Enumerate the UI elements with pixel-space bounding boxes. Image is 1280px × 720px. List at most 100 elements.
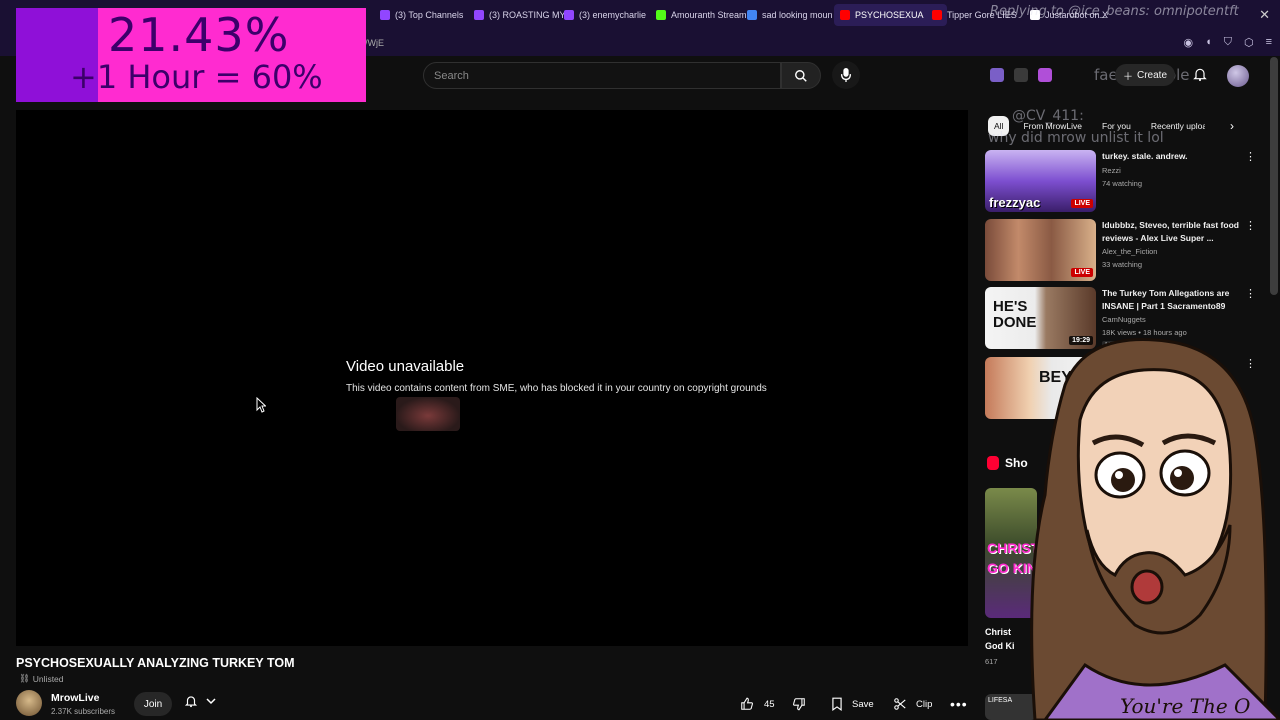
browser-tab[interactable]: sad looking moun: [747, 4, 833, 26]
channel-name[interactable]: MrowLive: [51, 692, 99, 704]
save-button[interactable]: Save: [831, 692, 874, 716]
tab-favicon-icon: [1030, 10, 1040, 20]
clip-button[interactable]: Clip: [893, 692, 932, 716]
recommendation-channel[interactable]: Rezzi: [1102, 166, 1121, 175]
recommendation-title[interactable]: The Turkey Tom Allegations are INSANE | …: [1102, 287, 1240, 313]
tab-label: PSYCHOSEXUA: [855, 10, 924, 20]
microphone-icon: [840, 68, 852, 82]
dislike-button[interactable]: [792, 692, 806, 716]
join-button[interactable]: Join: [134, 692, 172, 716]
create-button[interactable]: ＋ Create: [1115, 64, 1176, 86]
thumbs-down-icon: [793, 698, 805, 711]
kebab-menu-icon[interactable]: ⋮: [1245, 219, 1256, 232]
chip-for-you[interactable]: For you: [1096, 116, 1137, 136]
chip-from-channel[interactable]: From MrowLive: [1017, 116, 1088, 136]
bell-icon: [184, 696, 198, 708]
video-unavailable-message: This video contains content from SME, wh…: [346, 383, 767, 394]
tab-favicon-icon: [840, 10, 850, 20]
profile-icon[interactable]: ◉: [1183, 36, 1193, 49]
browser-tab[interactable]: Tipper Gore LIES: [932, 4, 1017, 26]
visibility-label: Unlisted: [32, 673, 64, 684]
recommendation-title[interactable]: turkey. stale. andrew.: [1102, 150, 1240, 163]
thumbnail-text: frezzyac: [989, 195, 1041, 210]
chevron-right-icon[interactable]: ›: [1230, 119, 1234, 133]
kebab-menu-icon[interactable]: ⋮: [1245, 150, 1256, 163]
tab-label: Justarobot on X: [1045, 10, 1109, 20]
recommendation-stats: 33 watching: [1102, 260, 1143, 269]
browser-tab[interactable]: (3) enemycharlie: [564, 4, 646, 26]
video-thumbnail[interactable]: LIVE: [985, 219, 1096, 281]
video-thumbnail[interactable]: frezzyac LIVE: [985, 150, 1096, 212]
shield-icon[interactable]: ⛉: [1224, 36, 1232, 49]
window-close-icon[interactable]: ✕: [1259, 7, 1270, 23]
video-title: PSYCHOSEXUALLY ANALYZING TURKEY TOM: [16, 656, 295, 670]
sidebar-scrollbar[interactable]: [1270, 57, 1278, 295]
recommendation-item[interactable]: LIVE Idubbbz, Steveo, terrible fast food…: [985, 219, 1265, 281]
tab-label: Amouranth Stream: [671, 10, 747, 20]
chevron-down-icon: [206, 698, 216, 705]
video-player[interactable]: [16, 110, 968, 646]
notifications-bell-icon[interactable]: [1192, 66, 1208, 82]
create-label: Create: [1137, 69, 1168, 81]
short-title-line2: God Ki: [985, 641, 1015, 651]
short-title-line1: Christ: [985, 627, 1012, 637]
bookmark-icon: [832, 697, 842, 711]
tab-favicon-icon: [380, 10, 390, 20]
shirt-text: You're The O: [1120, 694, 1250, 718]
search-icon: [795, 69, 807, 82]
twitch-logo-icon: [990, 68, 1004, 82]
like-button[interactable]: 45: [740, 692, 775, 716]
goal-percent: 21.43%: [108, 8, 290, 62]
account-avatar[interactable]: [1227, 65, 1249, 87]
browser-tab[interactable]: Amouranth Stream: [656, 4, 747, 26]
channel-avatar[interactable]: [16, 690, 42, 716]
chip-all[interactable]: All: [988, 116, 1010, 136]
subscription-bell-button[interactable]: [184, 694, 216, 708]
live-badge: LIVE: [1071, 268, 1093, 277]
live-badge: LIVE: [1071, 199, 1093, 208]
link-icon: ⛓: [19, 673, 30, 683]
shorts-heading: Sho: [987, 456, 1028, 470]
browser-tab[interactable]: (3) Top Channels: [380, 4, 463, 26]
like-count: 45: [764, 698, 775, 710]
thumbs-up-icon: [741, 697, 753, 710]
overlay-emote-image: [396, 397, 460, 431]
shorts-logo-icon: [987, 456, 999, 470]
clip-label: Clip: [916, 698, 933, 710]
tab-favicon-icon: [474, 10, 484, 20]
short-title[interactable]: Christ God Ki: [985, 625, 1015, 653]
kebab-menu-icon[interactable]: ⋮: [1245, 287, 1256, 300]
tab-label: (3) enemycharlie: [579, 10, 647, 20]
recommendation-channel[interactable]: CamNuggets: [1102, 315, 1146, 324]
filter-chips: All From MrowLive For you Recently uploa…: [988, 116, 1205, 136]
menu-icon[interactable]: ≡: [1266, 36, 1272, 49]
tab-label: (3) ROASTING MY: [489, 10, 566, 20]
badge-icon: [1014, 68, 1028, 82]
browser-tab[interactable]: PSYCHOSEXUA✕: [834, 4, 947, 26]
recommendation-stats: 74 watching: [1102, 179, 1143, 188]
search-box[interactable]: [423, 62, 781, 89]
chip-recently-uploaded[interactable]: Recently uploaded: [1145, 116, 1205, 136]
twitch-icon-row: [990, 68, 1052, 82]
recommendation-title[interactable]: Idubbbz, Steveo, terrible fast food revi…: [1102, 219, 1240, 245]
voice-search-button[interactable]: [832, 61, 860, 89]
search-button[interactable]: [781, 62, 821, 89]
address-url[interactable]: /WjE: [365, 38, 384, 48]
speaker-icon[interactable]: ◖: [1205, 36, 1212, 49]
subscriber-count: 2.37K subscribers: [51, 707, 116, 716]
tab-favicon-icon: [656, 10, 666, 20]
browser-tab[interactable]: (3) ROASTING MY: [474, 4, 566, 26]
extensions-icon[interactable]: ⬡: [1244, 36, 1254, 49]
tab-favicon-icon: [747, 10, 757, 20]
tab-favicon-icon: [932, 10, 942, 20]
tab-favicon-icon: [564, 10, 574, 20]
save-label: Save: [852, 698, 874, 710]
video-unavailable-title: Video unavailable: [346, 358, 465, 375]
recommendation-channel[interactable]: Alex_the_Fiction: [1102, 247, 1157, 256]
more-actions-icon[interactable]: •••: [950, 692, 968, 716]
goal-subtext: +1 Hour = 60%: [70, 58, 323, 96]
mouse-cursor-icon: [256, 397, 266, 413]
browser-tab[interactable]: Justarobot on X: [1030, 4, 1108, 26]
search-input[interactable]: [424, 63, 780, 88]
recommendation-item[interactable]: frezzyac LIVE turkey. stale. andrew. Rez…: [985, 150, 1265, 212]
